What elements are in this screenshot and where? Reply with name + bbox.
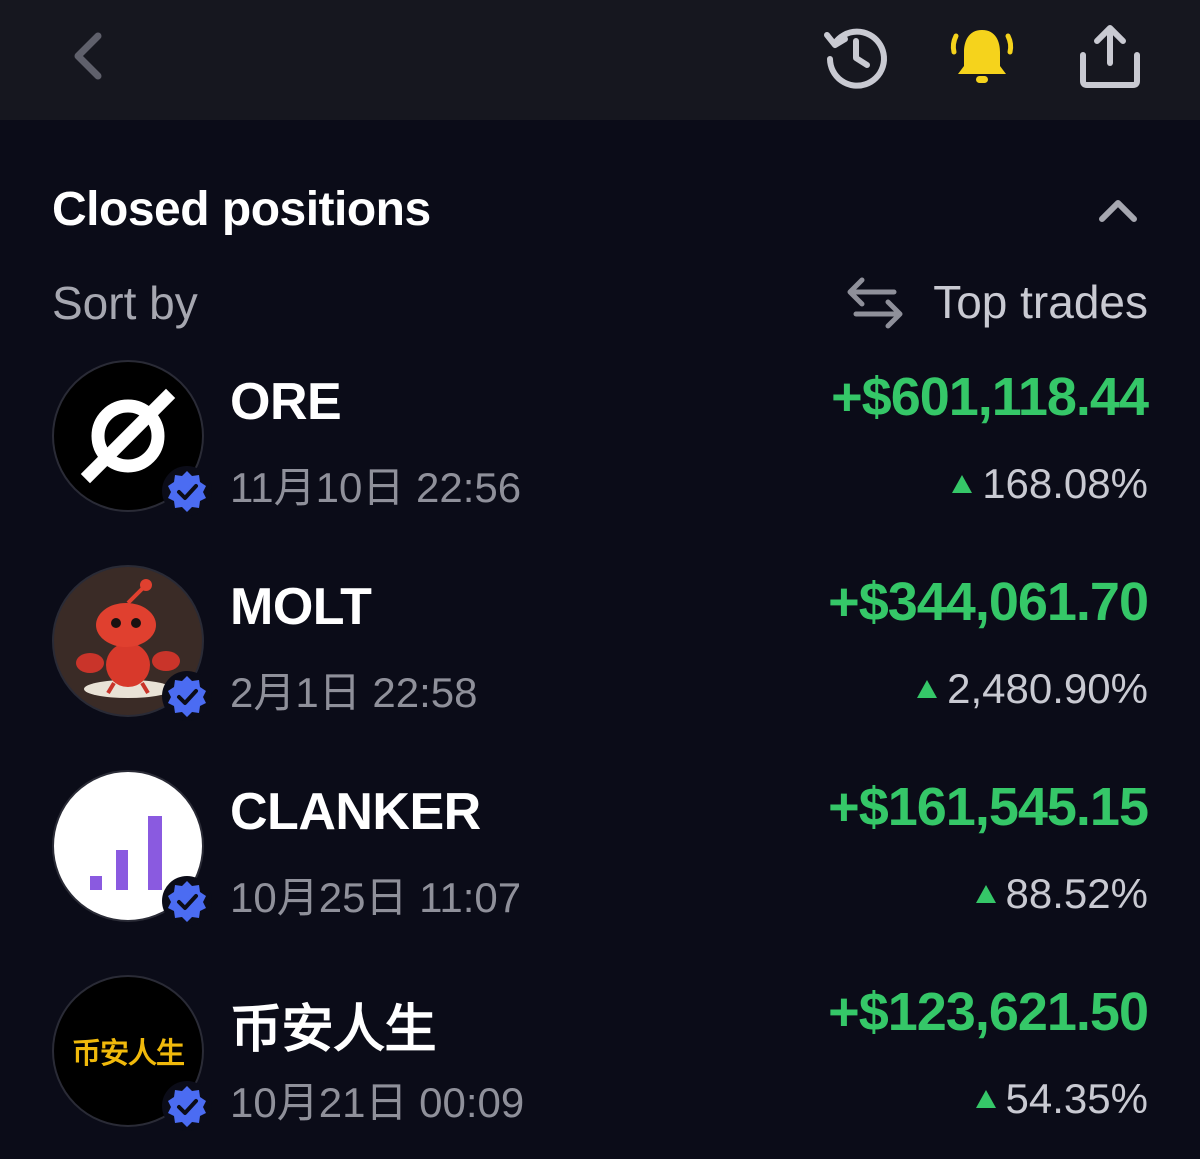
position-row-molt[interactable]: MOLT 2月1日 22:58 +$344,061.70 2,480.90% <box>0 565 1200 735</box>
back-button[interactable] <box>58 24 118 88</box>
pnl-percent-value: 168.08% <box>982 460 1148 507</box>
chevron-left-icon <box>74 32 102 80</box>
pnl-percent: 54.35% <box>975 1075 1148 1123</box>
position-row-ore[interactable]: ORE 11月10日 22:56 +$601,118.44 168.08% <box>0 360 1200 530</box>
history-icon <box>824 28 887 89</box>
sort-label: Sort by <box>52 277 198 329</box>
position-row-clanker[interactable]: CLANKER 10月25日 11:07 +$161,545.15 88.52% <box>0 770 1200 940</box>
pnl-value: +$601,118.44 <box>831 367 1149 427</box>
verified-badge-icon <box>168 1086 206 1127</box>
sort-dropdown[interactable]: Top trades <box>845 270 1148 334</box>
token-name: 币安人生 <box>230 1000 437 1060</box>
history-button[interactable] <box>820 20 892 92</box>
position-row-binance-life[interactable]: 币安人生 币安人生 10月21日 00:09 +$123,621.50 54.3… <box>0 975 1200 1145</box>
token-logo-text: 币安人生 <box>71 1036 185 1070</box>
chevron-up-icon <box>1099 200 1137 222</box>
token-name: ORE <box>230 373 342 431</box>
pnl-percent: 88.52% <box>975 870 1148 918</box>
sort-value: Top trades <box>933 276 1148 328</box>
collapse-button[interactable] <box>1088 186 1148 234</box>
up-triangle-icon <box>975 1090 996 1108</box>
pnl-percent-value: 54.35% <box>1005 1075 1148 1122</box>
pnl-percent-value: 2,480.90% <box>947 665 1148 712</box>
up-triangle-icon <box>952 475 973 493</box>
swap-arrows-icon <box>845 272 905 332</box>
token-name: MOLT <box>230 578 372 636</box>
verified-badge-icon <box>168 471 206 512</box>
pnl-percent: 2,480.90% <box>917 665 1148 713</box>
token-name: CLANKER <box>230 783 481 841</box>
up-triangle-icon <box>975 885 996 903</box>
bell-icon <box>950 30 1014 83</box>
token-close-time: 2月1日 22:58 <box>230 669 478 716</box>
alerts-button[interactable] <box>946 20 1018 92</box>
pnl-percent-value: 88.52% <box>1005 870 1148 917</box>
verified-badge <box>162 466 212 516</box>
section-title: Closed positions <box>52 183 431 236</box>
share-button[interactable] <box>1074 20 1146 92</box>
verified-badge <box>162 876 212 926</box>
verified-badge-icon <box>168 881 206 922</box>
token-close-time: 11月10日 22:56 <box>230 464 522 511</box>
verified-badge <box>162 671 212 721</box>
pnl-value: +$344,061.70 <box>828 572 1149 632</box>
top-bar <box>0 0 1200 120</box>
token-close-time: 10月21日 00:09 <box>230 1079 525 1126</box>
verified-badge-icon <box>168 676 206 717</box>
verified-badge <box>162 1081 212 1131</box>
up-triangle-icon <box>917 680 938 698</box>
share-icon <box>1080 25 1140 88</box>
closed-positions-panel: Closed positions Sort by Top trades ORE … <box>0 120 1200 1159</box>
pnl-value: +$161,545.15 <box>828 777 1149 837</box>
pnl-percent: 168.08% <box>952 460 1148 508</box>
token-close-time: 10月25日 11:07 <box>230 874 522 921</box>
pnl-value: +$123,621.50 <box>828 982 1149 1042</box>
